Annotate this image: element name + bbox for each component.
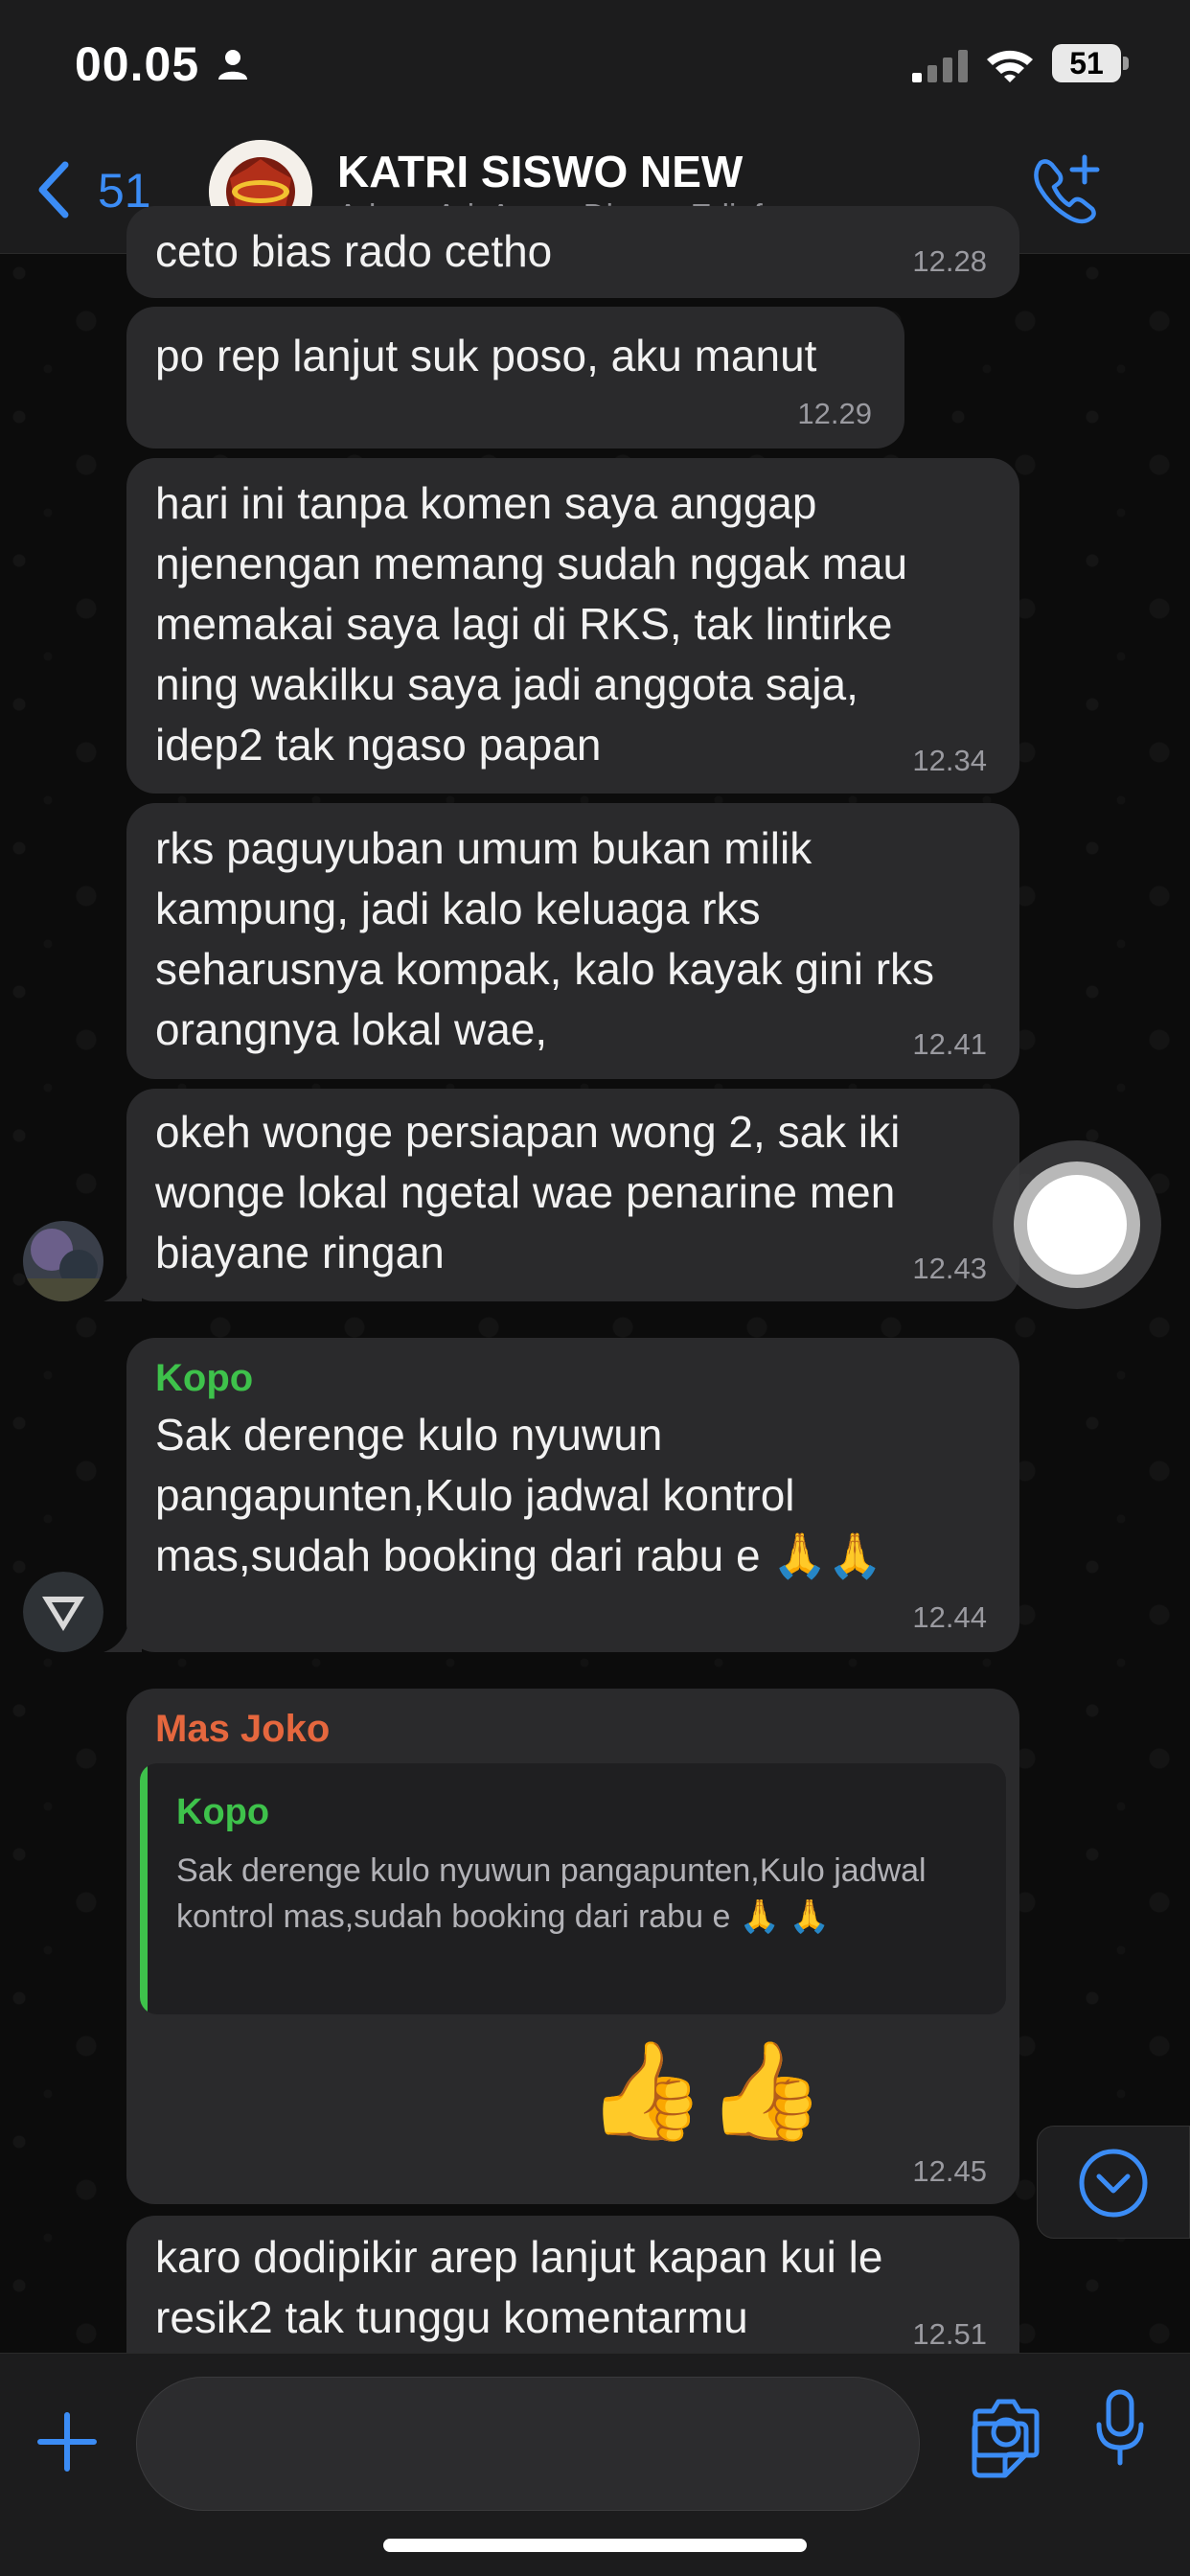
- message-time: 12.43: [912, 1252, 987, 1285]
- microphone-icon[interactable]: [1094, 2388, 1146, 2467]
- message-line: seharusnya kompak, kalo kayak gini rks: [155, 944, 935, 994]
- message-text: po rep lanjut suk poso, aku manut: [155, 331, 817, 380]
- message-time: 12.29: [797, 397, 872, 430]
- bubble-tail: [103, 1263, 142, 1301]
- message-time: 12.44: [912, 1600, 987, 1634]
- message-line: karo dodipikir arep lanjut kapan kui le: [155, 2232, 883, 2282]
- message-line: okeh wonge persiapan wong 2, sak iki: [155, 1107, 901, 1157]
- assistive-touch-button[interactable]: [993, 1140, 1161, 1309]
- sender-avatar[interactable]: [23, 1572, 103, 1652]
- battery-level: 51: [1069, 46, 1104, 80]
- message-text: karo dodipikir arep lanjut kapan kui le …: [155, 2227, 882, 2348]
- message-line: orangnya lokal wae,: [155, 1004, 548, 1054]
- message-line: memakai saya lagi di RKS, tak lintirke: [155, 599, 893, 649]
- sender-logo-icon: [23, 1572, 103, 1652]
- message-input-container[interactable]: [136, 2377, 1029, 2511]
- message-bubble[interactable]: po rep lanjut suk poso, aku manut 12.29: [126, 307, 904, 448]
- quoted-message[interactable]: Kopo Sak derenge kulo nyuwun pangapunten…: [140, 1763, 1006, 2014]
- group-title[interactable]: KATRI SISWO NEW: [337, 146, 743, 197]
- cellular-signal-icon: [912, 50, 968, 82]
- message-sender[interactable]: Mas Joko: [155, 1708, 330, 1751]
- bubble-tail: [103, 1614, 142, 1652]
- wifi-icon: [987, 50, 1033, 82]
- quote-accent-bar: [140, 1763, 148, 2014]
- assistive-touch-center: [1027, 1175, 1127, 1275]
- message-line: mas,sudah booking dari rabu e 🙏🙏: [155, 1530, 882, 1580]
- message-line: pangapunten,Kulo jadwal kontrol: [155, 1470, 795, 1520]
- message-time: 12.28: [912, 244, 987, 278]
- message-time: 12.41: [912, 1027, 987, 1061]
- message-line: njenengan memang sudah nggak mau: [155, 539, 908, 588]
- message-time: 12.51: [912, 2317, 987, 2351]
- compose-bar: [0, 2353, 1190, 2576]
- message-bubble[interactable]: rks paguyuban umum bukan milik kampung, …: [126, 803, 1019, 1079]
- message-text: hari ini tanpa komen saya anggap njeneng…: [155, 473, 907, 775]
- message-sender[interactable]: Kopo: [155, 1357, 253, 1400]
- chevron-down-circle-icon: [1079, 2149, 1148, 2218]
- add-call-icon[interactable]: [1031, 153, 1102, 224]
- battery-icon: 51: [1052, 44, 1129, 82]
- message-line: biayane ringan: [155, 1228, 445, 1277]
- quote-sender: Kopo: [176, 1792, 270, 1832]
- message-line: hari ini tanpa komen saya anggap: [155, 478, 817, 528]
- message-bubble[interactable]: Kopo Sak derenge kulo nyuwun pangapunten…: [126, 1338, 1019, 1652]
- message-time: 12.45: [912, 2154, 987, 2188]
- home-indicator[interactable]: [383, 2539, 807, 2552]
- message-time: 12.34: [912, 744, 987, 777]
- message-line: resik2 tak tunggu komentarmu: [155, 2292, 748, 2342]
- message-line: kampung, jadi kalo keluaga rks: [155, 884, 761, 933]
- sender-avatar[interactable]: [23, 1221, 103, 1301]
- message-text: ceto bias rado cetho: [155, 226, 553, 276]
- plus-icon[interactable]: [36, 2411, 98, 2472]
- thumbs-up-emoji: 👍👍: [586, 2037, 826, 2145]
- camera-icon[interactable]: [972, 2396, 1041, 2459]
- message-line: rks paguyuban umum bukan milik: [155, 823, 812, 873]
- message-line: idep2 tak ngaso papan: [155, 720, 602, 770]
- message-text: okeh wonge persiapan wong 2, sak iki won…: [155, 1102, 900, 1283]
- message-bubble[interactable]: okeh wonge persiapan wong 2, sak iki won…: [126, 1089, 1019, 1301]
- quote-text: Sak derenge kulo nyuwun pangapunten,Kulo…: [176, 1852, 927, 1935]
- message-input[interactable]: [166, 2406, 836, 2483]
- message-text: rks paguyuban umum bukan milik kampung, …: [155, 818, 934, 1060]
- message-bubble[interactable]: Mas Joko Kopo Sak derenge kulo nyuwun pa…: [126, 1689, 1019, 2204]
- message-text: Sak derenge kulo nyuwun pangapunten,Kulo…: [155, 1405, 882, 1586]
- message-line: wonge lokal ngetal wae penarine men: [155, 1167, 896, 1217]
- message-line: ning wakilku saya jadi anggota saja,: [155, 659, 858, 709]
- message-bubble[interactable]: ceto bias rado cetho 12.28: [126, 206, 1019, 298]
- scroll-to-bottom-button[interactable]: [1037, 2126, 1190, 2239]
- back-chevron-icon[interactable]: [36, 161, 71, 218]
- person-icon: [218, 50, 247, 80]
- status-time: 00.05: [75, 37, 200, 91]
- status-bar: 00.05 51: [0, 0, 1190, 134]
- sender-photo-icon: [23, 1221, 103, 1301]
- message-line: Sak derenge kulo nyuwun: [155, 1410, 663, 1460]
- message-bubble[interactable]: hari ini tanpa komen saya anggap njeneng…: [126, 458, 1019, 794]
